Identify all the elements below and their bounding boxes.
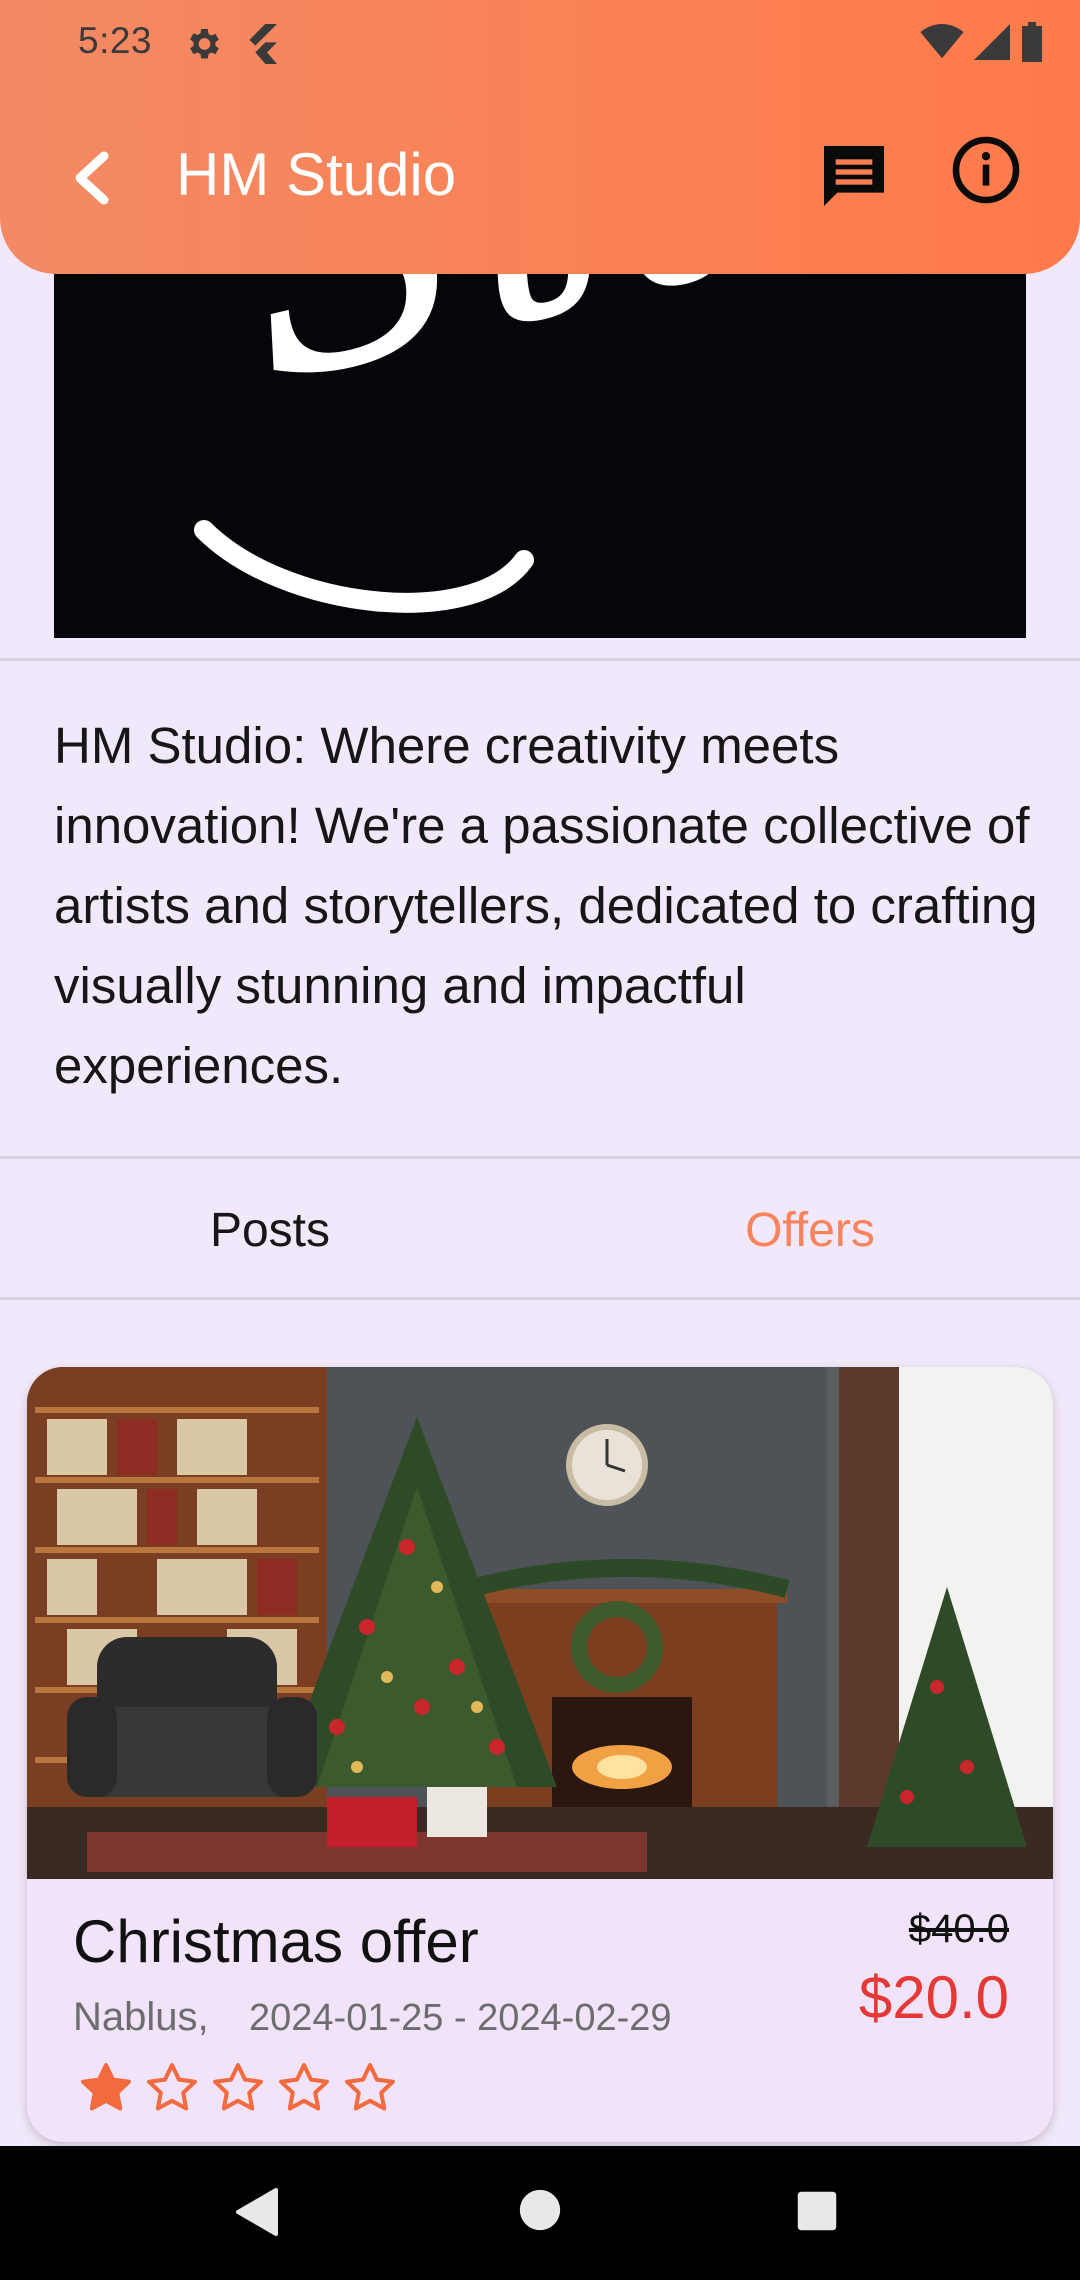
page-title: HM Studio [176, 141, 457, 208]
offer-rating[interactable] [79, 2061, 397, 2120]
tab-posts[interactable]: Posts [0, 1160, 540, 1300]
recents-square-icon[interactable] [796, 2190, 838, 2237]
info-button[interactable] [950, 134, 1022, 206]
offer-image [27, 1367, 1053, 1879]
status-icons [920, 22, 1044, 67]
signal-icon [974, 24, 1010, 65]
tab-offers[interactable]: Offers [540, 1160, 1080, 1300]
profile-tabs: Posts Offers [0, 1160, 1080, 1300]
star-outline-icon[interactable] [277, 2061, 331, 2120]
system-nav-bar [0, 2146, 1080, 2280]
offer-card[interactable]: Christmas offer Nablus, 2024-01-25 - 202… [27, 1367, 1053, 2142]
info-icon [952, 136, 1020, 204]
settings-gear-icon [183, 24, 223, 69]
wifi-icon [920, 24, 964, 65]
divider [0, 658, 1080, 661]
star-outline-icon[interactable] [343, 2061, 397, 2120]
offer-location: Nablus, [73, 1995, 209, 2039]
divider [0, 1297, 1080, 1300]
studio-description: HM Studio: Where creativity meets innova… [54, 717, 1038, 1094]
back-button[interactable] [60, 148, 120, 208]
home-circle-icon[interactable] [518, 2188, 562, 2237]
offer-old-price: $40.0 [908, 1907, 1009, 1951]
offer-title: Christmas offer [73, 1908, 479, 1975]
flutter-icon [244, 24, 280, 69]
star-outline-icon[interactable] [211, 2061, 265, 2120]
offer-dates: 2024-01-25 - 2024-02-29 [249, 1997, 672, 2039]
chat-icon [824, 146, 884, 206]
chevron-left-icon [75, 151, 109, 205]
star-filled-icon[interactable] [79, 2061, 133, 2120]
status-bar: 5:23 [0, 0, 1080, 90]
app-bar: 5:23 HM Studio [0, 0, 1080, 274]
back-triangle-icon[interactable] [234, 2188, 280, 2241]
status-time: 5:23 [78, 20, 153, 61]
star-outline-icon[interactable] [145, 2061, 199, 2120]
chat-button[interactable] [814, 136, 894, 216]
divider [0, 1156, 1080, 1159]
offer-new-price: $20.0 [858, 1964, 1009, 2031]
battery-icon [1020, 22, 1044, 67]
